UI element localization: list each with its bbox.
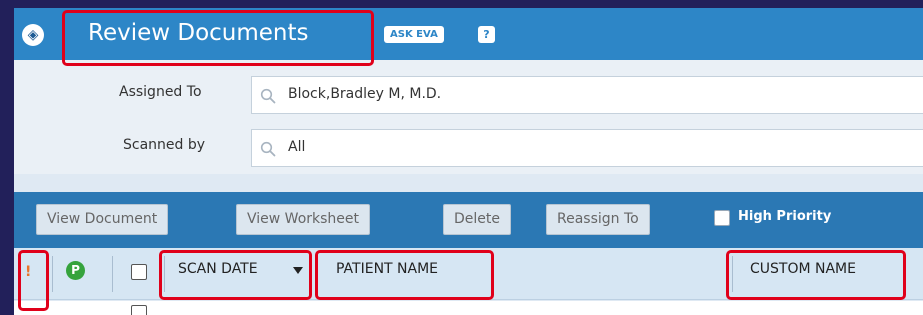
row-checkbox[interactable]: [131, 305, 147, 315]
review-documents-panel: ◈ Review Documents ASK EVA ? Assigned To…: [14, 8, 923, 315]
high-priority-checkbox[interactable]: [714, 210, 730, 226]
column-divider: [164, 256, 165, 292]
table-row: [14, 301, 923, 315]
assigned-to-value: Block,Bradley M, M.D.: [288, 86, 442, 102]
search-icon: [260, 141, 276, 157]
assigned-to-label: Assigned To: [119, 84, 202, 100]
priority-exclamation-icon[interactable]: !: [25, 264, 31, 280]
sort-desc-icon[interactable]: [293, 267, 303, 274]
column-header-scan-date[interactable]: SCAN DATE: [178, 261, 258, 277]
scanned-by-value: All: [288, 139, 306, 155]
reassign-to-button[interactable]: Reassign To: [546, 204, 650, 235]
column-divider: [732, 256, 733, 292]
column-divider: [112, 256, 113, 292]
action-toolbar: View Document View Worksheet Delete Reas…: [14, 192, 923, 248]
filters-panel: Assigned To Block,Bradley M, M.D. Scanne…: [14, 60, 923, 174]
select-all-checkbox[interactable]: [131, 264, 147, 280]
p-circle-icon[interactable]: P: [66, 261, 85, 280]
document-stack-icon: ◈: [22, 24, 44, 46]
column-header-patient-name[interactable]: PATIENT NAME: [336, 261, 438, 277]
grid-header: ! P SCAN DATE PATIENT NAME CUSTOM NAME: [14, 248, 923, 300]
title-bar: ◈ Review Documents ASK EVA ?: [14, 8, 923, 60]
column-header-custom-name[interactable]: CUSTOM NAME: [750, 261, 856, 277]
column-divider: [315, 256, 316, 292]
scanned-by-field[interactable]: All: [251, 129, 923, 167]
column-divider: [52, 256, 53, 292]
scanned-by-label: Scanned by: [123, 137, 206, 153]
high-priority-label: High Priority: [738, 209, 832, 224]
assigned-to-field[interactable]: Block,Bradley M, M.D.: [251, 76, 923, 114]
view-document-button[interactable]: View Document: [36, 204, 169, 235]
delete-button[interactable]: Delete: [443, 204, 511, 235]
page-title: Review Documents: [88, 20, 309, 46]
search-icon: [260, 88, 276, 104]
help-button[interactable]: ?: [478, 26, 495, 43]
ask-eva-button[interactable]: ASK EVA: [384, 26, 444, 43]
view-worksheet-button[interactable]: View Worksheet: [236, 204, 371, 235]
